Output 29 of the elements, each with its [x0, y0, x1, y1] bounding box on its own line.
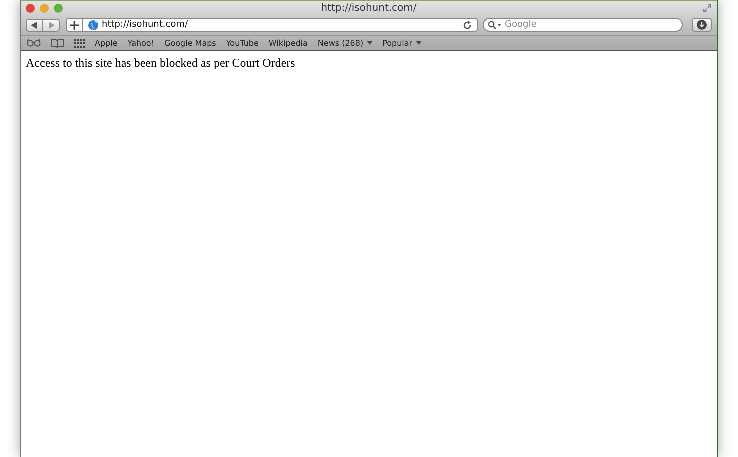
window-title: http://isohunt.com/: [321, 2, 417, 14]
globe-icon: [88, 20, 99, 30]
address-field[interactable]: http://isohunt.com/: [82, 18, 478, 32]
back-button[interactable]: [26, 18, 43, 32]
caret-icon: [366, 41, 373, 45]
forward-arrow-icon: [48, 22, 54, 28]
add-bookmark-button[interactable]: [66, 18, 83, 32]
bookmark-menu[interactable]: News (268): [318, 38, 373, 48]
forward-button[interactable]: [43, 18, 60, 32]
download-icon: [697, 20, 707, 30]
reading-list-icon[interactable]: [27, 39, 41, 47]
grid-icon[interactable]: [74, 38, 85, 48]
bookmark-menu[interactable]: Popular: [382, 38, 422, 48]
bookmark-link[interactable]: Apple: [95, 38, 118, 48]
page-message: Access to this site has been blocked as per Court Orders: [26, 56, 296, 71]
caret-icon: [416, 41, 422, 45]
bookmark-link[interactable]: YouTube: [226, 38, 259, 48]
plus-icon: [70, 20, 79, 30]
close-button[interactable]: [26, 4, 35, 12]
fullscreen-icon[interactable]: [703, 4, 712, 12]
reload-icon[interactable]: [463, 20, 472, 30]
downloads-button[interactable]: [692, 18, 712, 32]
zoom-button[interactable]: [54, 4, 63, 12]
search-field[interactable]: Google: [483, 18, 683, 32]
bookmark-link[interactable]: Wikipedia: [268, 38, 308, 48]
bookmark-link[interactable]: Yahoo!: [128, 38, 155, 48]
bookmark-link[interactable]: Google Maps: [164, 38, 216, 48]
book-icon[interactable]: [51, 38, 64, 48]
back-arrow-icon: [31, 22, 38, 28]
